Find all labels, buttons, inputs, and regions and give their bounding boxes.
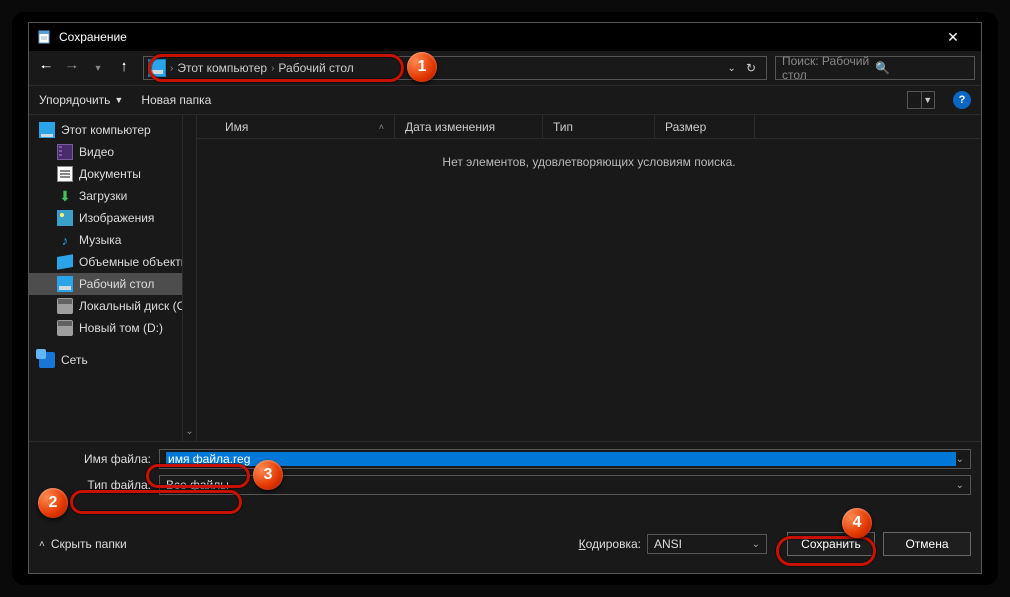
tree-item[interactable]: Видео	[29, 141, 196, 163]
bottom-panel: Имя файла: имя файла.reg ⌄ Тип файла: Вс…	[29, 441, 981, 573]
tree-item[interactable]: ⬇Загрузки	[29, 185, 196, 207]
downloads-icon: ⬇	[57, 188, 73, 204]
search-icon: 🔍	[875, 61, 968, 75]
navigation-pane: Этот компьютер Видео Документы ⬇Загрузки…	[29, 115, 197, 441]
notepad-icon	[37, 29, 53, 45]
file-list: Имя˄ Дата изменения Тип Размер Нет элеме…	[197, 115, 981, 441]
annotation-badge-3: 3	[253, 460, 283, 490]
navigation-row: 🠐 🠒 ▾ 🠑 › Этот компьютер › Рабочий стол …	[29, 51, 981, 85]
back-button[interactable]: 🠐	[35, 57, 57, 79]
column-name[interactable]: Имя˄	[215, 115, 395, 138]
refresh-button[interactable]: ↻	[746, 61, 756, 75]
forward-button[interactable]: 🠒	[61, 57, 83, 79]
encoding-select[interactable]: ANSI ⌄	[647, 534, 767, 554]
this-pc-icon	[148, 59, 166, 77]
encoding-label: Кодировка:	[579, 537, 641, 551]
organize-button[interactable]: Упорядочить▼	[39, 93, 123, 107]
dropdown-icon[interactable]: ⌄	[956, 454, 964, 465]
new-folder-button[interactable]: Новая папка	[141, 93, 211, 107]
cancel-button[interactable]: Отмена	[883, 532, 971, 556]
column-date[interactable]: Дата изменения	[395, 115, 543, 138]
chevron-right-icon: ›	[271, 63, 274, 74]
empty-message: Нет элементов, удовлетворяющих условиям …	[197, 139, 981, 169]
up-button[interactable]: 🠑	[113, 57, 135, 79]
scroll-down-icon: ⌄	[184, 423, 196, 439]
chevron-right-icon: ›	[170, 63, 173, 74]
address-bar[interactable]: › Этот компьютер › Рабочий стол ⌄ ↻	[143, 56, 767, 80]
column-type[interactable]: Тип	[543, 115, 655, 138]
music-icon: ♪	[57, 232, 73, 248]
breadcrumb-segment[interactable]: Рабочий стол	[278, 61, 353, 75]
chevron-up-icon: ˄	[39, 539, 45, 550]
hide-folders-toggle[interactable]: ˄Скрыть папки	[39, 537, 127, 551]
search-placeholder: Поиск: Рабочий стол	[782, 54, 875, 82]
network-icon	[39, 352, 55, 368]
tree-item-desktop[interactable]: Рабочий стол	[29, 273, 196, 295]
video-icon	[57, 144, 73, 160]
tree-item[interactable]: Локальный диск (C:)	[29, 295, 196, 317]
column-size[interactable]: Размер	[655, 115, 755, 138]
3d-objects-icon	[57, 254, 73, 270]
annotation-badge-1: 1	[407, 52, 437, 82]
window-title: Сохранение	[59, 30, 933, 44]
tree-item[interactable]: ♪Музыка	[29, 229, 196, 251]
tree-network[interactable]: Сеть	[29, 349, 196, 371]
disk-icon	[57, 298, 73, 314]
search-input[interactable]: Поиск: Рабочий стол 🔍	[775, 56, 975, 80]
sidebar-scrollbar[interactable]: ⌄	[182, 115, 196, 441]
documents-icon	[57, 166, 73, 182]
close-button[interactable]: ✕	[933, 29, 973, 46]
tree-item[interactable]: Новый том (D:)	[29, 317, 196, 339]
title-bar: Сохранение ✕	[29, 23, 981, 51]
toolbar: Упорядочить▼ Новая папка ▼ ?	[29, 85, 981, 115]
sort-indicator-icon: ˄	[379, 122, 384, 132]
help-button[interactable]: ?	[953, 91, 971, 109]
tree-item[interactable]: Документы	[29, 163, 196, 185]
dropdown-icon[interactable]: ⌄	[956, 480, 964, 491]
disk-icon	[57, 320, 73, 336]
tree-this-pc[interactable]: Этот компьютер	[29, 119, 196, 141]
tree-item[interactable]: Изображения	[29, 207, 196, 229]
annotation-badge-2: 2	[38, 488, 68, 518]
column-headers: Имя˄ Дата изменения Тип Размер	[197, 115, 981, 139]
save-dialog: Сохранение ✕ 🠐 🠒 ▾ 🠑 › Этот компьютер › …	[28, 22, 982, 574]
dropdown-icon[interactable]: ⌄	[752, 539, 760, 550]
this-pc-icon	[39, 122, 55, 138]
breadcrumb-segment[interactable]: Этот компьютер	[177, 61, 267, 75]
filename-label: Имя файла:	[29, 452, 159, 466]
filename-input[interactable]: имя файла.reg ⌄	[159, 449, 971, 469]
pictures-icon	[57, 210, 73, 226]
tree-item[interactable]: Объемные объекты	[29, 251, 196, 273]
annotation-badge-4: 4	[842, 508, 872, 538]
view-options-button[interactable]: ▼	[907, 91, 935, 109]
desktop-icon	[57, 276, 73, 292]
address-dropdown[interactable]: ⌄	[728, 63, 736, 74]
recent-dropdown[interactable]: ▾	[87, 57, 109, 79]
